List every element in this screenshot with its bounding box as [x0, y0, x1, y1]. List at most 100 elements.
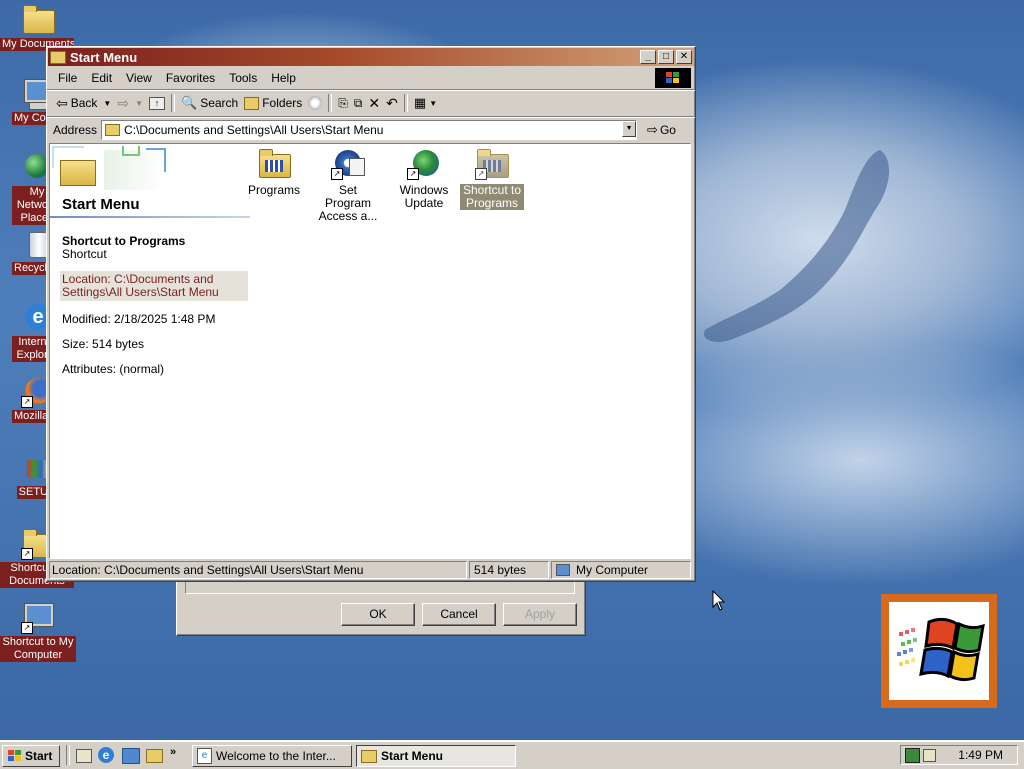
volume-tray-icon[interactable]: [923, 749, 936, 762]
explorer-window: Start Menu _ □ ✕ File Edit View Favorite…: [46, 46, 696, 582]
selected-item-attributes: Attributes: (normal): [62, 362, 165, 376]
internet-explorer-page-icon: e: [197, 748, 212, 764]
go-button[interactable]: ⇨ Go: [647, 122, 676, 138]
desktop-icon-shortcut-to-my-computer[interactable]: ↗ Shortcut to My Computer: [0, 602, 76, 662]
menu-view[interactable]: View: [119, 68, 159, 88]
menu-edit[interactable]: Edit: [84, 68, 119, 88]
search-icon: 🔍: [181, 95, 198, 110]
menu-tools[interactable]: Tools: [222, 68, 264, 88]
close-button[interactable]: ✕: [676, 50, 692, 64]
move-to-icon: ⎘: [338, 95, 348, 110]
folder-icon: [21, 4, 55, 36]
search-button[interactable]: 🔍 Search: [178, 92, 241, 114]
back-button[interactable]: ⇦ Back ▼: [53, 92, 114, 114]
move-to-button[interactable]: ⎘: [335, 92, 351, 114]
mouse-cursor: [712, 590, 726, 611]
chevron-down-icon: ▼: [429, 98, 438, 108]
menu-help[interactable]: Help: [264, 68, 303, 88]
panel-heading: Start Menu: [62, 196, 140, 213]
history-button[interactable]: [305, 92, 325, 114]
show-desktop-icon[interactable]: [76, 749, 92, 763]
chevron-down-icon: ▼: [103, 98, 112, 108]
clock[interactable]: 1:49 PM: [958, 748, 1003, 762]
menu-file[interactable]: File: [51, 68, 84, 88]
internet-explorer-icon[interactable]: e: [98, 747, 114, 763]
chevron-down-icon: ▼: [135, 98, 143, 108]
cancel-button[interactable]: Cancel: [422, 603, 496, 626]
computer-shortcut-icon: ↗: [21, 602, 53, 634]
start-button[interactable]: Start: [2, 745, 60, 767]
folder-small-icon: [50, 50, 66, 64]
selected-item-modified: Modified: 2/18/2025 1:48 PM: [62, 312, 216, 326]
my-computer-small-icon: [556, 564, 570, 576]
menu-bar: File Edit View Favorites Tools Help: [47, 67, 695, 90]
system-tray: 1:49 PM: [900, 745, 1018, 765]
delete-icon: ✕: [368, 94, 381, 111]
up-folder-button[interactable]: ↑: [146, 92, 168, 114]
forward-button[interactable]: ⇨ ▼: [114, 92, 146, 114]
toolbar-separator: [403, 94, 408, 112]
quick-launch-separator: [66, 745, 70, 765]
windows-update-icon: ↗: [407, 148, 441, 180]
quick-launch-more-icon[interactable]: »: [170, 746, 176, 758]
file-item-set-program-access[interactable]: ↗ Set Program Access a...: [316, 148, 380, 223]
address-input[interactable]: C:\Documents and Settings\All Users\Star…: [101, 120, 638, 140]
set-program-access-icon: ↗: [331, 148, 365, 180]
explorer-folder-icon[interactable]: [146, 749, 163, 763]
status-size: 514 bytes: [469, 561, 549, 579]
status-bar: Location: C:\Documents and Settings\All …: [49, 561, 691, 579]
address-bar: Address C:\Documents and Settings\All Us…: [47, 117, 695, 143]
windows-logo-badge: [881, 594, 997, 708]
selected-item-size: Size: 514 bytes: [62, 337, 145, 351]
network-tray-icon[interactable]: [905, 748, 920, 763]
address-dropdown-button[interactable]: ▼: [622, 121, 637, 137]
taskbar-item-welcome[interactable]: e Welcome to the Inter...: [192, 745, 352, 767]
webview-panel: Start Menu Shortcut to Programs Shortcut…: [50, 144, 254, 558]
toolbar-separator: [328, 94, 333, 112]
title-bar[interactable]: Start Menu _ □ ✕: [48, 48, 694, 66]
shortcut-programs-icon: ↗: [475, 148, 509, 180]
go-arrow-icon: ⇨: [647, 122, 658, 137]
apply-button[interactable]: Apply: [503, 603, 577, 626]
folders-button[interactable]: Folders: [241, 92, 305, 114]
views-icon: ▦: [413, 95, 427, 110]
window-title: Start Menu: [70, 49, 138, 65]
file-item-programs[interactable]: Programs: [242, 148, 306, 197]
copy-to-button[interactable]: ⧉: [351, 92, 366, 114]
taskbar: Start e » e Welcome to the Inter... Star…: [0, 740, 1024, 769]
wallpaper-diver-silhouette: [704, 150, 890, 342]
back-arrow-icon: ⇦: [56, 94, 68, 111]
panel-heading-rule: [50, 216, 250, 218]
selected-item-type: Shortcut: [62, 247, 107, 261]
address-label: Address: [53, 123, 98, 137]
file-item-windows-update[interactable]: ↗ Windows Update: [392, 148, 456, 210]
dialog-panel: [185, 581, 575, 594]
undo-button[interactable]: ↶: [383, 92, 401, 114]
selected-item-name: Shortcut to Programs: [62, 234, 186, 248]
status-location: Location: C:\Documents and Settings\All …: [49, 561, 467, 579]
windows-logo-throbber: [655, 68, 691, 88]
selected-item-location: Location: C:\Documents and Settings\All …: [60, 271, 248, 301]
webview-header-graphic: [52, 146, 167, 194]
menu-favorites[interactable]: Favorites: [159, 68, 222, 88]
standard-toolbar: ⇦ Back ▼ ⇨ ▼ ↑ 🔍 Search Folders ⎘ ⧉ ✕ ↶ …: [47, 90, 695, 117]
folder-small-icon: [361, 749, 377, 763]
toolbar-separator: [171, 94, 175, 112]
windows-flag-icon: [8, 750, 21, 761]
up-folder-icon: ↑: [149, 96, 165, 110]
programs-folder-icon: [257, 148, 291, 180]
taskbar-item-start-menu[interactable]: Start Menu: [356, 745, 516, 767]
status-zone: My Computer: [551, 561, 691, 579]
forward-arrow-icon: ⇨: [117, 94, 130, 111]
ok-button[interactable]: OK: [341, 603, 415, 626]
outlook-express-icon[interactable]: [122, 748, 140, 764]
maximize-button[interactable]: □: [658, 50, 674, 64]
minimize-button[interactable]: _: [640, 50, 656, 64]
folder-small-icon: [105, 124, 121, 136]
file-item-shortcut-to-programs[interactable]: ↗ Shortcut to Programs: [460, 148, 524, 210]
delete-button[interactable]: ✕: [365, 92, 383, 114]
copy-to-icon: ⧉: [353, 95, 363, 110]
folders-icon: [244, 96, 260, 110]
undo-icon: ↶: [386, 94, 398, 111]
views-button[interactable]: ▦ ▼: [411, 92, 440, 114]
